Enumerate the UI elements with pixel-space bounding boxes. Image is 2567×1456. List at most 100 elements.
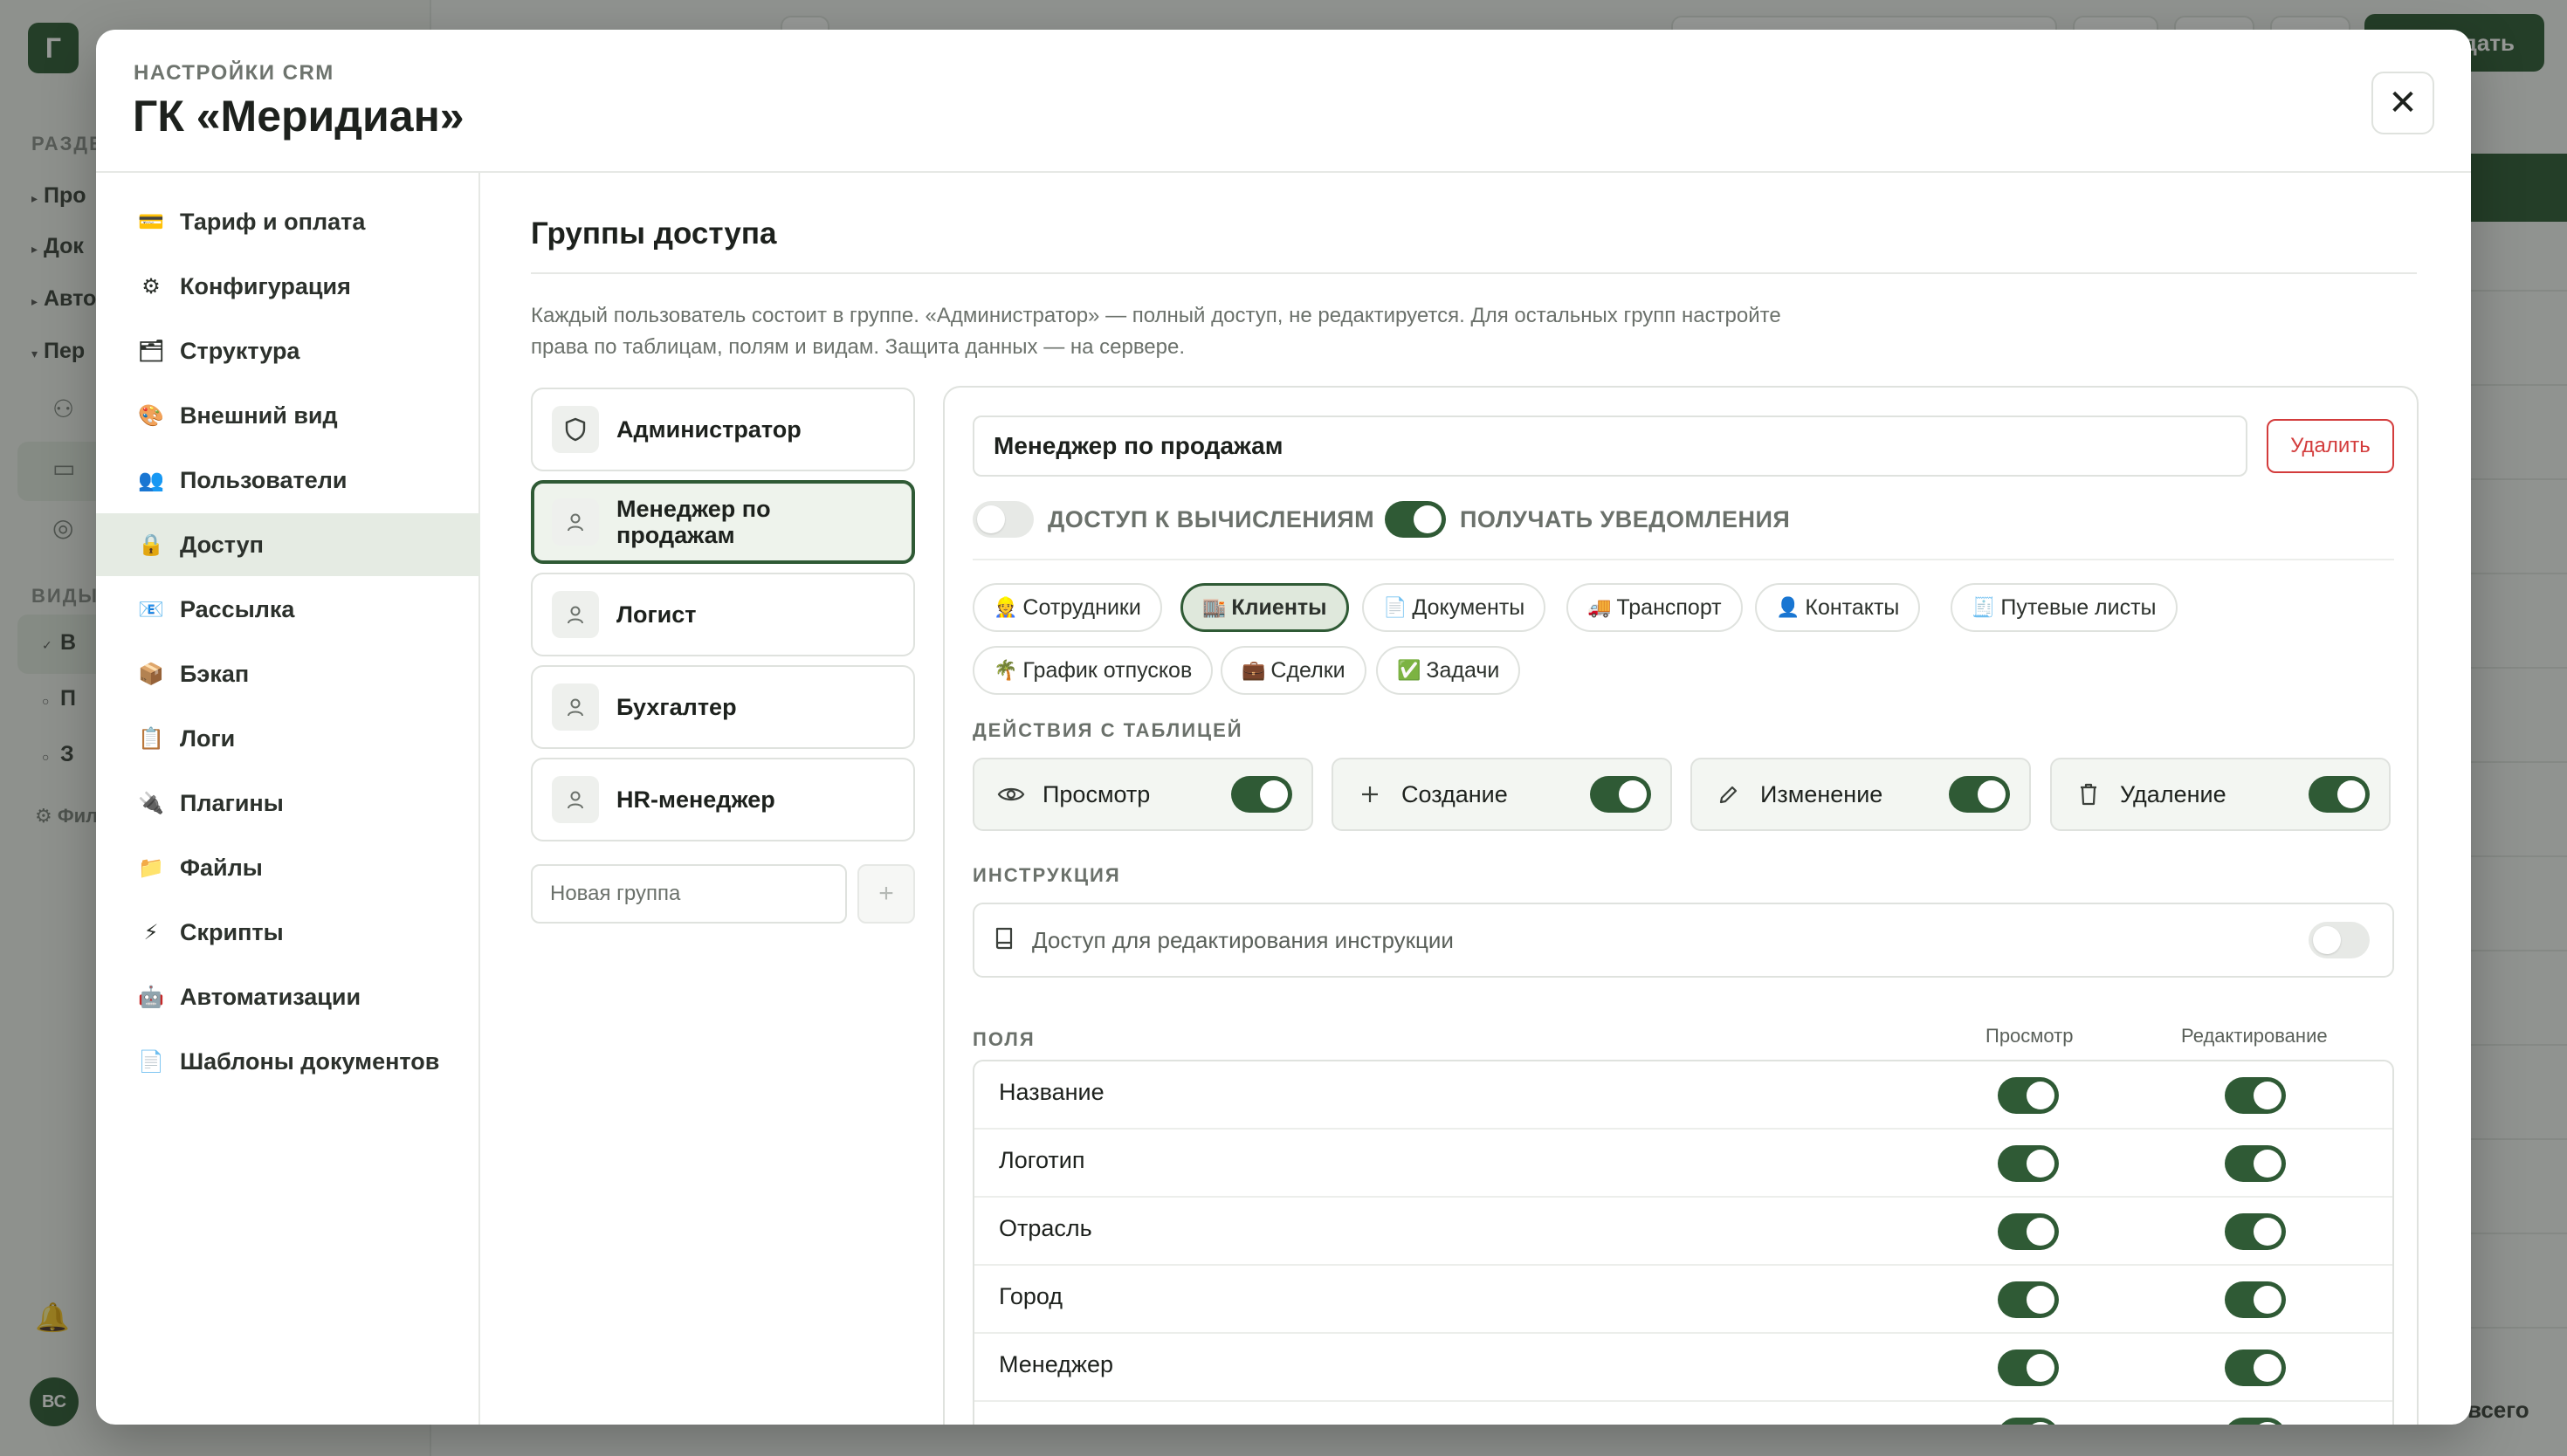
- sidebar-item-label: Тариф и оплата: [180, 208, 366, 235]
- sidebar-item-label: Шаблоны документов: [180, 1047, 440, 1075]
- sidebar-item-logs[interactable]: 📋 Логи: [96, 707, 480, 770]
- sidebar-item-mailing[interactable]: 📧 Рассылка: [96, 578, 480, 641]
- table-row: Логотип: [974, 1130, 2392, 1198]
- delete-group-button[interactable]: Удалить: [2267, 419, 2394, 473]
- clipboard-icon: 📋: [138, 726, 164, 751]
- group-item-hr-manager[interactable]: HR-менеджер: [531, 758, 915, 841]
- notifications-toggle[interactable]: [1385, 501, 1446, 538]
- flag-label: ДОСТУП К ВЫЧИСЛЕНИЯМ: [1048, 505, 1375, 532]
- table-chip-clients[interactable]: 🏬 Клиенты: [1180, 583, 1349, 632]
- table-chip-transport[interactable]: 🚚 Транспорт: [1566, 583, 1743, 632]
- action-view-toggle[interactable]: [1231, 776, 1292, 813]
- sidebar-item-automations[interactable]: 🤖 Автоматизации: [96, 965, 480, 1028]
- field-edit-toggle[interactable]: [2225, 1077, 2286, 1114]
- sidebar-item-label: Скрипты: [180, 918, 284, 945]
- field-view-toggle[interactable]: [1998, 1281, 2059, 1318]
- group-item-sales-manager[interactable]: Менеджер по продажам: [531, 480, 915, 564]
- notifications-flag: ПОЛУЧАТЬ УВЕДОМЛЕНИЯ: [1385, 501, 1790, 538]
- plug-icon: 🔌: [138, 791, 164, 815]
- instruction-toggle[interactable]: [2309, 922, 2370, 958]
- field-view-toggle[interactable]: [1998, 1145, 2059, 1182]
- trash-icon: [2071, 782, 2106, 807]
- table-chip-vacations[interactable]: 🌴 График отпусков: [973, 646, 1214, 695]
- sidebar-item-access[interactable]: 🔒 Доступ: [96, 513, 480, 576]
- sidebar-item-plugins[interactable]: 🔌 Плагины: [96, 772, 480, 834]
- sidebar-item-structure[interactable]: 🗂 Структура: [96, 319, 480, 382]
- sidebar-item-label: Бэкап: [180, 660, 250, 687]
- sidebar-item-appearance[interactable]: 🎨 Внешний вид: [96, 384, 480, 447]
- folder-icon: 📁: [138, 855, 164, 880]
- chip-label: График отпусков: [1022, 657, 1193, 683]
- table-chip-tasks[interactable]: ✅ Задачи: [1376, 646, 1521, 695]
- sidebar-item-users[interactable]: 👥 Пользователи: [96, 449, 480, 512]
- sidebar-item-configuration[interactable]: ⚙ Конфигурация: [96, 255, 480, 318]
- action-edit-toggle[interactable]: [1949, 776, 2010, 813]
- group-item-administrator[interactable]: Администратор: [531, 388, 915, 471]
- field-edit-toggle[interactable]: [2225, 1281, 2286, 1318]
- mail-icon: 📧: [138, 597, 164, 622]
- group-label: Бухгалтер: [616, 694, 737, 720]
- chip-label: Транспорт: [1616, 594, 1722, 620]
- table-chip-employees[interactable]: 👷 Сотрудники: [973, 583, 1162, 632]
- document-icon: 📄: [1383, 596, 1407, 618]
- lightning-icon: ⚡: [143, 920, 159, 944]
- modal-eyebrow: НАСТРОЙКИ CRM: [134, 61, 334, 85]
- sidebar-item-label: Структура: [180, 337, 300, 364]
- robot-icon: 🤖: [138, 985, 164, 1009]
- group-label: Администратор: [616, 416, 802, 443]
- sidebar-item-label: Рассылка: [180, 595, 295, 622]
- group-label: HR-менеджер: [616, 786, 775, 813]
- table-chip-contacts[interactable]: 👤 Контакты: [1755, 583, 1921, 632]
- field-view-toggle[interactable]: [1998, 1350, 2059, 1386]
- truck-icon: 🚚: [1587, 596, 1612, 618]
- action-label: Изменение: [1760, 780, 1883, 807]
- table-chip-waybills[interactable]: 🧾 Путевые листы: [1951, 583, 2178, 632]
- instruction-access-row: Доступ для редактирования инструкции: [973, 903, 2394, 978]
- field-view-toggle[interactable]: [1998, 1418, 2059, 1425]
- new-group-input[interactable]: [531, 864, 847, 924]
- sidebar-item-label: Файлы: [180, 854, 263, 881]
- table-row: Отрасль: [974, 1198, 2392, 1266]
- field-view-toggle[interactable]: [1998, 1213, 2059, 1250]
- eye-icon: [994, 785, 1029, 804]
- modal-header: НАСТРОЙКИ CRM ГК «Меридиан» ✕: [96, 30, 2471, 173]
- field-view-toggle[interactable]: [1998, 1077, 2059, 1114]
- table-chip-deals[interactable]: 💼 Сделки: [1221, 646, 1366, 695]
- action-create-toggle[interactable]: [1590, 776, 1651, 813]
- modal-title: ГК «Меридиан»: [133, 92, 465, 141]
- action-edit: Изменение: [1690, 758, 2031, 831]
- chip-label: Клиенты: [1231, 594, 1327, 620]
- section-description: Каждый пользователь состоит в группе. «А…: [531, 304, 1781, 359]
- table-chip-documents[interactable]: 📄 Документы: [1362, 583, 1546, 632]
- sidebar-item-files[interactable]: 📁 Файлы: [96, 836, 480, 899]
- chip-label: Сделки: [1270, 657, 1345, 683]
- action-view: Просмотр: [973, 758, 1313, 831]
- sidebar-item-tariff[interactable]: 💳 Тариф и оплата: [96, 190, 480, 253]
- sidebar-item-label: Пользователи: [180, 466, 348, 493]
- field-edit-toggle[interactable]: [2225, 1350, 2286, 1386]
- table-actions-label: ДЕЙСТВИЯ С ТАБЛИЦЕЙ: [973, 719, 1243, 741]
- sidebar-item-label: Доступ: [180, 531, 264, 558]
- group-item-logist[interactable]: Логист: [531, 573, 915, 656]
- compute-access-toggle[interactable]: [973, 501, 1034, 538]
- book-icon: [994, 925, 1016, 956]
- action-delete-toggle[interactable]: [2309, 776, 2370, 813]
- field-edit-toggle[interactable]: [2225, 1418, 2286, 1425]
- close-button[interactable]: ✕: [2371, 72, 2434, 134]
- field-name: Название: [999, 1079, 1105, 1105]
- field-edit-toggle[interactable]: [2225, 1213, 2286, 1250]
- sidebar-item-scripts[interactable]: ⚡ Скрипты: [96, 901, 480, 964]
- instruction-text: Доступ для редактирования инструкции: [1032, 926, 1454, 953]
- building-icon: 🏬: [1202, 596, 1227, 618]
- field-edit-toggle[interactable]: [2225, 1145, 2286, 1182]
- sidebar-item-backup[interactable]: 📦 Бэкап: [96, 642, 480, 705]
- palm-icon: 🌴: [994, 659, 1018, 681]
- fields-view-header: Просмотр: [1985, 1025, 2074, 1047]
- sidebar-item-doc-templates[interactable]: 📄 Шаблоны документов: [96, 1030, 480, 1093]
- add-group-button[interactable]: +: [857, 864, 915, 924]
- sidebar-item-label: Автоматизации: [180, 983, 361, 1010]
- group-editor: Удалить ДОСТУП К ВЫЧИСЛЕНИЯМ ПОЛУЧАТЬ УВ…: [943, 386, 2419, 1425]
- palette-icon: 🎨: [138, 403, 164, 428]
- group-item-accountant[interactable]: Бухгалтер: [531, 665, 915, 749]
- group-name-input[interactable]: [973, 416, 2247, 477]
